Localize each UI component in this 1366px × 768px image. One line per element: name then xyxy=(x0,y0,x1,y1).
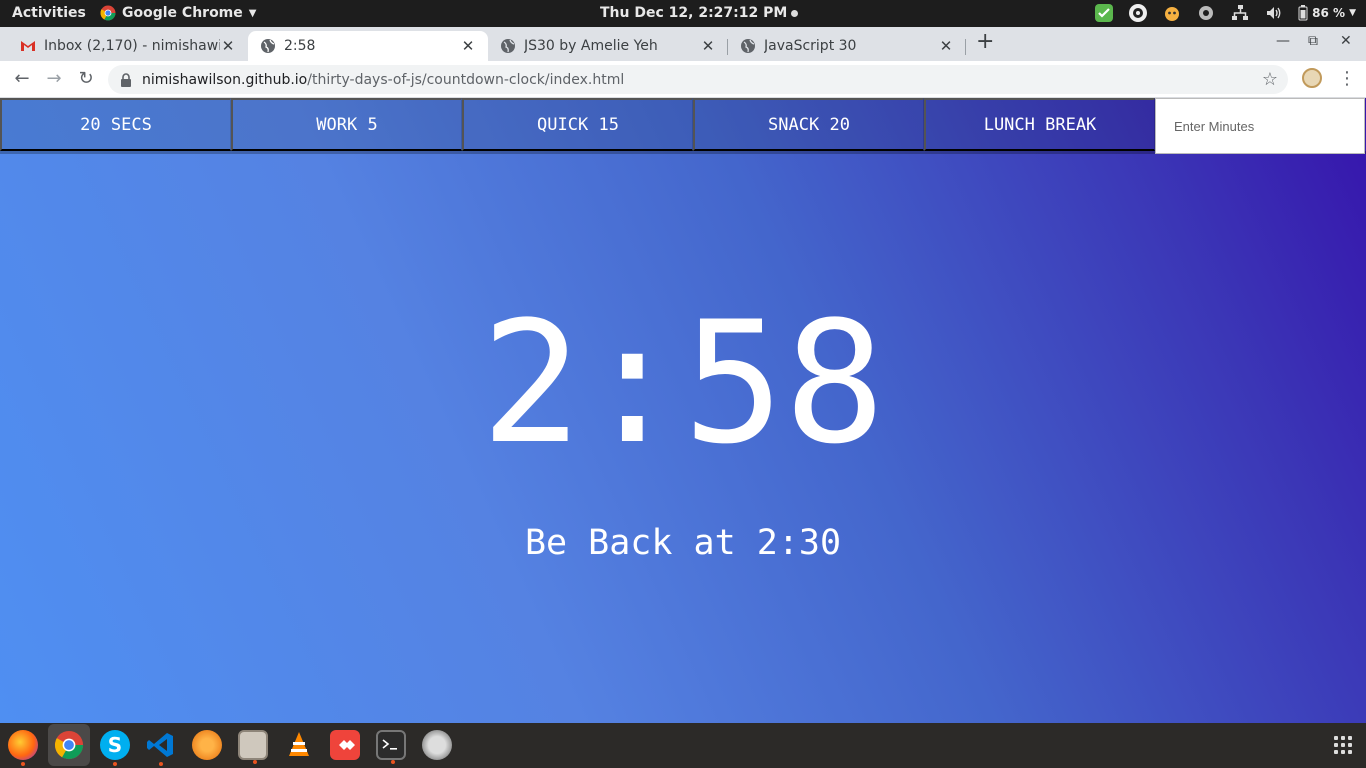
battery-percent: 86 % xyxy=(1312,6,1346,20)
show-applications-icon[interactable] xyxy=(1334,736,1352,754)
tab-countdown[interactable]: 2:58 ✕ xyxy=(248,31,488,61)
profile-avatar[interactable] xyxy=(1302,68,1322,88)
restore-window-button[interactable]: ⧉ xyxy=(1308,33,1318,49)
eye-tray-icon[interactable] xyxy=(1128,3,1148,23)
tab-separator xyxy=(965,39,966,55)
browser-toolbar: ← → ↻ nimishawilson.github.io/thirty-day… xyxy=(0,61,1366,98)
vlc-icon[interactable] xyxy=(284,730,314,760)
url-path: /thirty-days-of-js/countdown-clock/index… xyxy=(307,71,625,88)
pidgin-tray-icon[interactable] xyxy=(1162,3,1182,23)
chrome-icon xyxy=(100,5,116,21)
tab-title: JavaScript 30 xyxy=(764,38,857,54)
globe-icon xyxy=(741,39,755,53)
firefox-icon[interactable] xyxy=(8,730,38,766)
custom-minutes-form xyxy=(1155,98,1365,154)
bookmark-star-icon[interactable]: ☆ xyxy=(1262,69,1278,90)
anydesk-icon[interactable] xyxy=(330,730,360,760)
globe-icon xyxy=(501,39,515,53)
lock-icon xyxy=(121,72,131,87)
clock-text: Thu Dec 12, 2:27:12 PM xyxy=(600,5,788,21)
forward-arrow-icon[interactable]: → xyxy=(44,69,64,89)
tab-inbox[interactable]: Inbox (2,170) - nimishawil ✕ xyxy=(8,31,248,61)
activities-button[interactable]: Activities xyxy=(12,5,86,21)
back-arrow-icon[interactable]: ← xyxy=(12,69,32,89)
end-time-display: Be Back at 2:30 xyxy=(524,523,842,563)
tab-title: Inbox (2,170) - nimishawil xyxy=(44,38,220,54)
minimize-window-button[interactable]: — xyxy=(1276,33,1290,49)
reload-icon[interactable]: ↻ xyxy=(76,69,96,89)
timer-button-lunch-break[interactable]: LUNCH BREAK xyxy=(924,98,1155,151)
skype-icon[interactable]: S xyxy=(100,730,130,766)
app-menu-label: Google Chrome xyxy=(122,5,243,21)
system-clock[interactable]: Thu Dec 12, 2:27:12 PM xyxy=(600,5,799,21)
battery-indicator[interactable]: 86 % ▼ xyxy=(1298,5,1356,21)
minutes-input[interactable] xyxy=(1174,118,1354,134)
vscode-icon[interactable] xyxy=(146,730,176,766)
tab-title: JS30 by Amelie Yeh xyxy=(524,38,658,54)
notification-dot-icon xyxy=(791,9,799,17)
sublime-icon[interactable] xyxy=(192,730,222,760)
tab-title: 2:58 xyxy=(284,38,316,54)
timer-button-20-secs[interactable]: 20 SECS xyxy=(0,98,231,151)
chrome-menu-icon[interactable]: ⋮ xyxy=(1338,66,1356,92)
system-tray: 86 % ▼ xyxy=(1094,3,1356,23)
tab-javascript30[interactable]: JavaScript 30 ✕ xyxy=(728,31,966,61)
system-top-bar: Activities Google Chrome ▼ Thu Dec 12, 2… xyxy=(0,0,1366,27)
close-icon[interactable]: ✕ xyxy=(700,37,716,55)
chevron-down-icon: ▼ xyxy=(1349,8,1356,18)
software-updater-icon[interactable] xyxy=(422,730,452,760)
countdown-display: 2:58 xyxy=(480,285,886,481)
ubuntu-dock: S xyxy=(0,723,1366,768)
files-icon[interactable] xyxy=(238,730,268,764)
app-menu[interactable]: Google Chrome ▼ xyxy=(100,5,256,21)
volume-icon[interactable] xyxy=(1264,3,1284,23)
close-icon[interactable]: ✕ xyxy=(938,37,954,55)
close-window-button[interactable]: ✕ xyxy=(1340,33,1352,49)
url-host: nimishawilson.github.io xyxy=(142,71,308,88)
gmail-icon xyxy=(21,41,35,51)
new-tab-button[interactable]: + xyxy=(976,29,994,54)
timer-controls: 20 SECS WORK 5 QUICK 15 SNACK 20 LUNCH B… xyxy=(0,98,1366,154)
timer-button-work-5[interactable]: WORK 5 xyxy=(231,98,462,151)
countdown-page: 20 SECS WORK 5 QUICK 15 SNACK 20 LUNCH B… xyxy=(0,98,1366,723)
timer-button-snack-20[interactable]: SNACK 20 xyxy=(693,98,924,151)
close-icon[interactable]: ✕ xyxy=(220,37,236,55)
chrome-icon xyxy=(54,730,84,760)
checkmark-tray-icon[interactable] xyxy=(1094,3,1114,23)
chevron-down-icon: ▼ xyxy=(248,7,257,19)
tab-js30-amelie[interactable]: JS30 by Amelie Yeh ✕ xyxy=(488,31,728,61)
close-icon[interactable]: ✕ xyxy=(460,37,476,55)
network-icon[interactable] xyxy=(1230,3,1250,23)
sync-tray-icon[interactable] xyxy=(1196,3,1216,23)
address-bar[interactable]: nimishawilson.github.io/thirty-days-of-j… xyxy=(108,65,1288,94)
browser-tab-strip: Inbox (2,170) - nimishawil ✕ 2:58 ✕ JS30… xyxy=(0,27,1366,61)
globe-icon xyxy=(261,39,275,53)
terminal-icon[interactable] xyxy=(376,730,406,764)
chrome-dock-slot[interactable] xyxy=(48,724,90,766)
battery-icon xyxy=(1298,5,1308,21)
timer-button-quick-15[interactable]: QUICK 15 xyxy=(462,98,693,151)
